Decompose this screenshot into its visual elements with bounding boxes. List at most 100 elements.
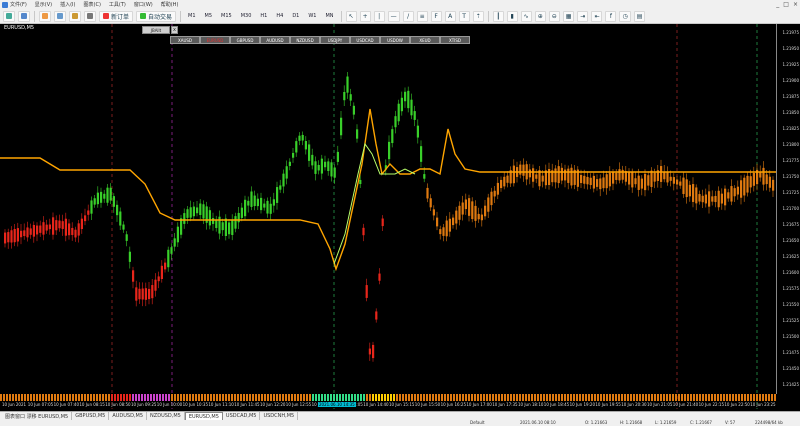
vertical-line-button[interactable]: |: [373, 10, 385, 22]
price-axis[interactable]: 1.21975 1.21950 1.21925 1.21900 1.21875 1.218…: [776, 24, 800, 394]
label-tool-button[interactable]: T: [458, 10, 470, 22]
symbol-button-xeud[interactable]: XEUD: [410, 36, 440, 44]
bar-chart-button[interactable]: ┃: [492, 10, 504, 22]
timeframe-mn[interactable]: MN: [322, 11, 336, 22]
symbol-button-eurusd[interactable]: EURUSD: [200, 36, 230, 44]
indicator-strip-bar: [681, 394, 683, 401]
timeframe-h4[interactable]: H4: [273, 11, 286, 22]
horizontal-line-button[interactable]: —: [387, 10, 400, 22]
close-button[interactable]: ×: [793, 1, 798, 8]
indicator-strip-bar: [207, 394, 209, 401]
chart-shift-button[interactable]: ⇤: [591, 10, 603, 22]
terminal-button[interactable]: [84, 10, 96, 22]
symbol-button-xtisd[interactable]: XTISD: [440, 36, 470, 44]
indicator-strip-bar: [21, 394, 23, 401]
data-window-button[interactable]: [54, 10, 66, 22]
symbol-panel-tab[interactable]: JBAllt: [142, 26, 170, 34]
chart-tab[interactable]: 图表窗口 漂移 EURUSD,M5: [2, 412, 73, 420]
indicator-strip-bar: [3, 394, 5, 401]
symbol-button-nzdusd[interactable]: NZDUSD: [290, 36, 320, 44]
chart-tab[interactable]: NZDUSD,M5: [147, 412, 185, 420]
cursor-tool-button[interactable]: ↖: [345, 10, 357, 22]
navigator-button[interactable]: [69, 10, 81, 22]
symbol-button-usdow[interactable]: USDOW: [380, 36, 410, 44]
toolbar-divider: [34, 10, 35, 22]
chart-window[interactable]: EURUSD,M5 1.21975 1.21950 1.21925 1.21900 1.…: [0, 24, 800, 411]
candle-body: [749, 176, 752, 188]
indicator-strip-bar: [540, 394, 542, 401]
autoscroll-button[interactable]: ⇥: [577, 10, 589, 22]
candle-body: [176, 226, 179, 243]
timeframe-m1[interactable]: M1: [185, 11, 199, 22]
minimize-button[interactable]: _: [776, 1, 779, 8]
candle-body: [215, 220, 218, 228]
time-axis[interactable]: 10 Jun 2021 10 Jun 07:05 10 Jun 07:40 10 Ju…: [0, 401, 776, 411]
candle-body: [7, 232, 10, 243]
chart-tab[interactable]: AUDUSD,M5: [109, 412, 148, 420]
timeframe-w1[interactable]: W1: [305, 11, 319, 22]
trendline-button[interactable]: /: [402, 10, 414, 22]
templates-button[interactable]: ▤: [633, 10, 646, 22]
symbol-button-xausd[interactable]: XAUSD: [170, 36, 200, 44]
menu-file[interactable]: 文件(F): [2, 1, 27, 8]
chart-tab[interactable]: GBPUSD,M5: [72, 412, 110, 420]
candle-body: [10, 230, 13, 243]
timeframe-m15[interactable]: M15: [218, 11, 235, 22]
candle-body: [29, 228, 32, 235]
timeframe-d1[interactable]: D1: [289, 11, 302, 22]
symbol-panel-close-button[interactable]: x: [171, 26, 178, 34]
symbol-button-audusd[interactable]: AUDUSD: [260, 36, 290, 44]
text-tool-button[interactable]: A: [444, 10, 456, 22]
timeframe-h1[interactable]: H1: [257, 11, 270, 22]
chart-tab[interactable]: EURUSD,M5: [184, 412, 223, 420]
candle-chart-button[interactable]: ▮: [506, 10, 518, 22]
tile-windows-button[interactable]: ▦: [562, 10, 575, 22]
candle-body: [224, 218, 227, 236]
zoom-out-button[interactable]: ⊖: [548, 10, 560, 22]
profiles-button[interactable]: [18, 10, 30, 22]
candle-body: [266, 200, 269, 214]
candle-body: [586, 176, 589, 185]
zoom-in-button[interactable]: ⊕: [534, 10, 546, 22]
new-order-button[interactable]: 新订单: [99, 10, 134, 22]
maximize-button[interactable]: □: [783, 1, 789, 8]
indicator-strip-bar: [96, 394, 98, 401]
symbol-button-usdcad[interactable]: USDCAD: [350, 36, 380, 44]
indicator-strip-bar: [471, 394, 473, 401]
crosshair-tool-button[interactable]: +: [359, 10, 371, 22]
price-chart[interactable]: [0, 24, 776, 411]
crosshair-icon: +: [362, 12, 368, 20]
chart-tab[interactable]: USDCAD,M5: [223, 412, 261, 420]
menu-help[interactable]: 帮助(H): [161, 1, 179, 8]
menu-view[interactable]: 显示(V): [35, 1, 52, 8]
indicators-button[interactable]: f: [605, 10, 617, 22]
timeframe-m30[interactable]: M30: [238, 11, 255, 22]
periods-button[interactable]: ◷: [619, 10, 631, 22]
candle-body: [346, 76, 349, 93]
market-watch-button[interactable]: [39, 10, 51, 22]
indicator-strip-bar: [150, 394, 152, 401]
candle-body: [170, 247, 173, 254]
symbol-button-gbpusd[interactable]: GBPUSD: [230, 36, 260, 44]
menu-insert[interactable]: 插入(I): [60, 1, 75, 8]
menu-window[interactable]: 窗口(W): [134, 1, 153, 8]
channel-button[interactable]: ≡: [416, 10, 428, 22]
status-high: H: 1.21668: [620, 420, 643, 425]
fibo-button[interactable]: F: [430, 10, 442, 22]
candle-body: [602, 177, 605, 189]
timeframe-m5[interactable]: M5: [202, 11, 216, 22]
indicator-strip-bar: [504, 394, 506, 401]
candle-body: [13, 228, 16, 243]
candle-body: [522, 164, 525, 176]
arrow-tool-button[interactable]: ⇡: [472, 10, 484, 22]
menu-tools[interactable]: 工具(T): [109, 1, 126, 8]
chart-tab[interactable]: USDCNH,M5: [260, 412, 299, 420]
new-chart-button[interactable]: [3, 10, 15, 22]
time-tick-label: 10 Jun 19:20: [569, 402, 596, 407]
indicator-strip-bar: [141, 394, 143, 401]
auto-trading-button[interactable]: 自动交易: [136, 10, 177, 22]
indicator-strip-bar: [15, 394, 17, 401]
symbol-button-usdjpy[interactable]: USDJPY: [320, 36, 350, 44]
menu-chart[interactable]: 图表(C): [84, 1, 101, 8]
line-chart-button[interactable]: ∿: [520, 10, 532, 22]
